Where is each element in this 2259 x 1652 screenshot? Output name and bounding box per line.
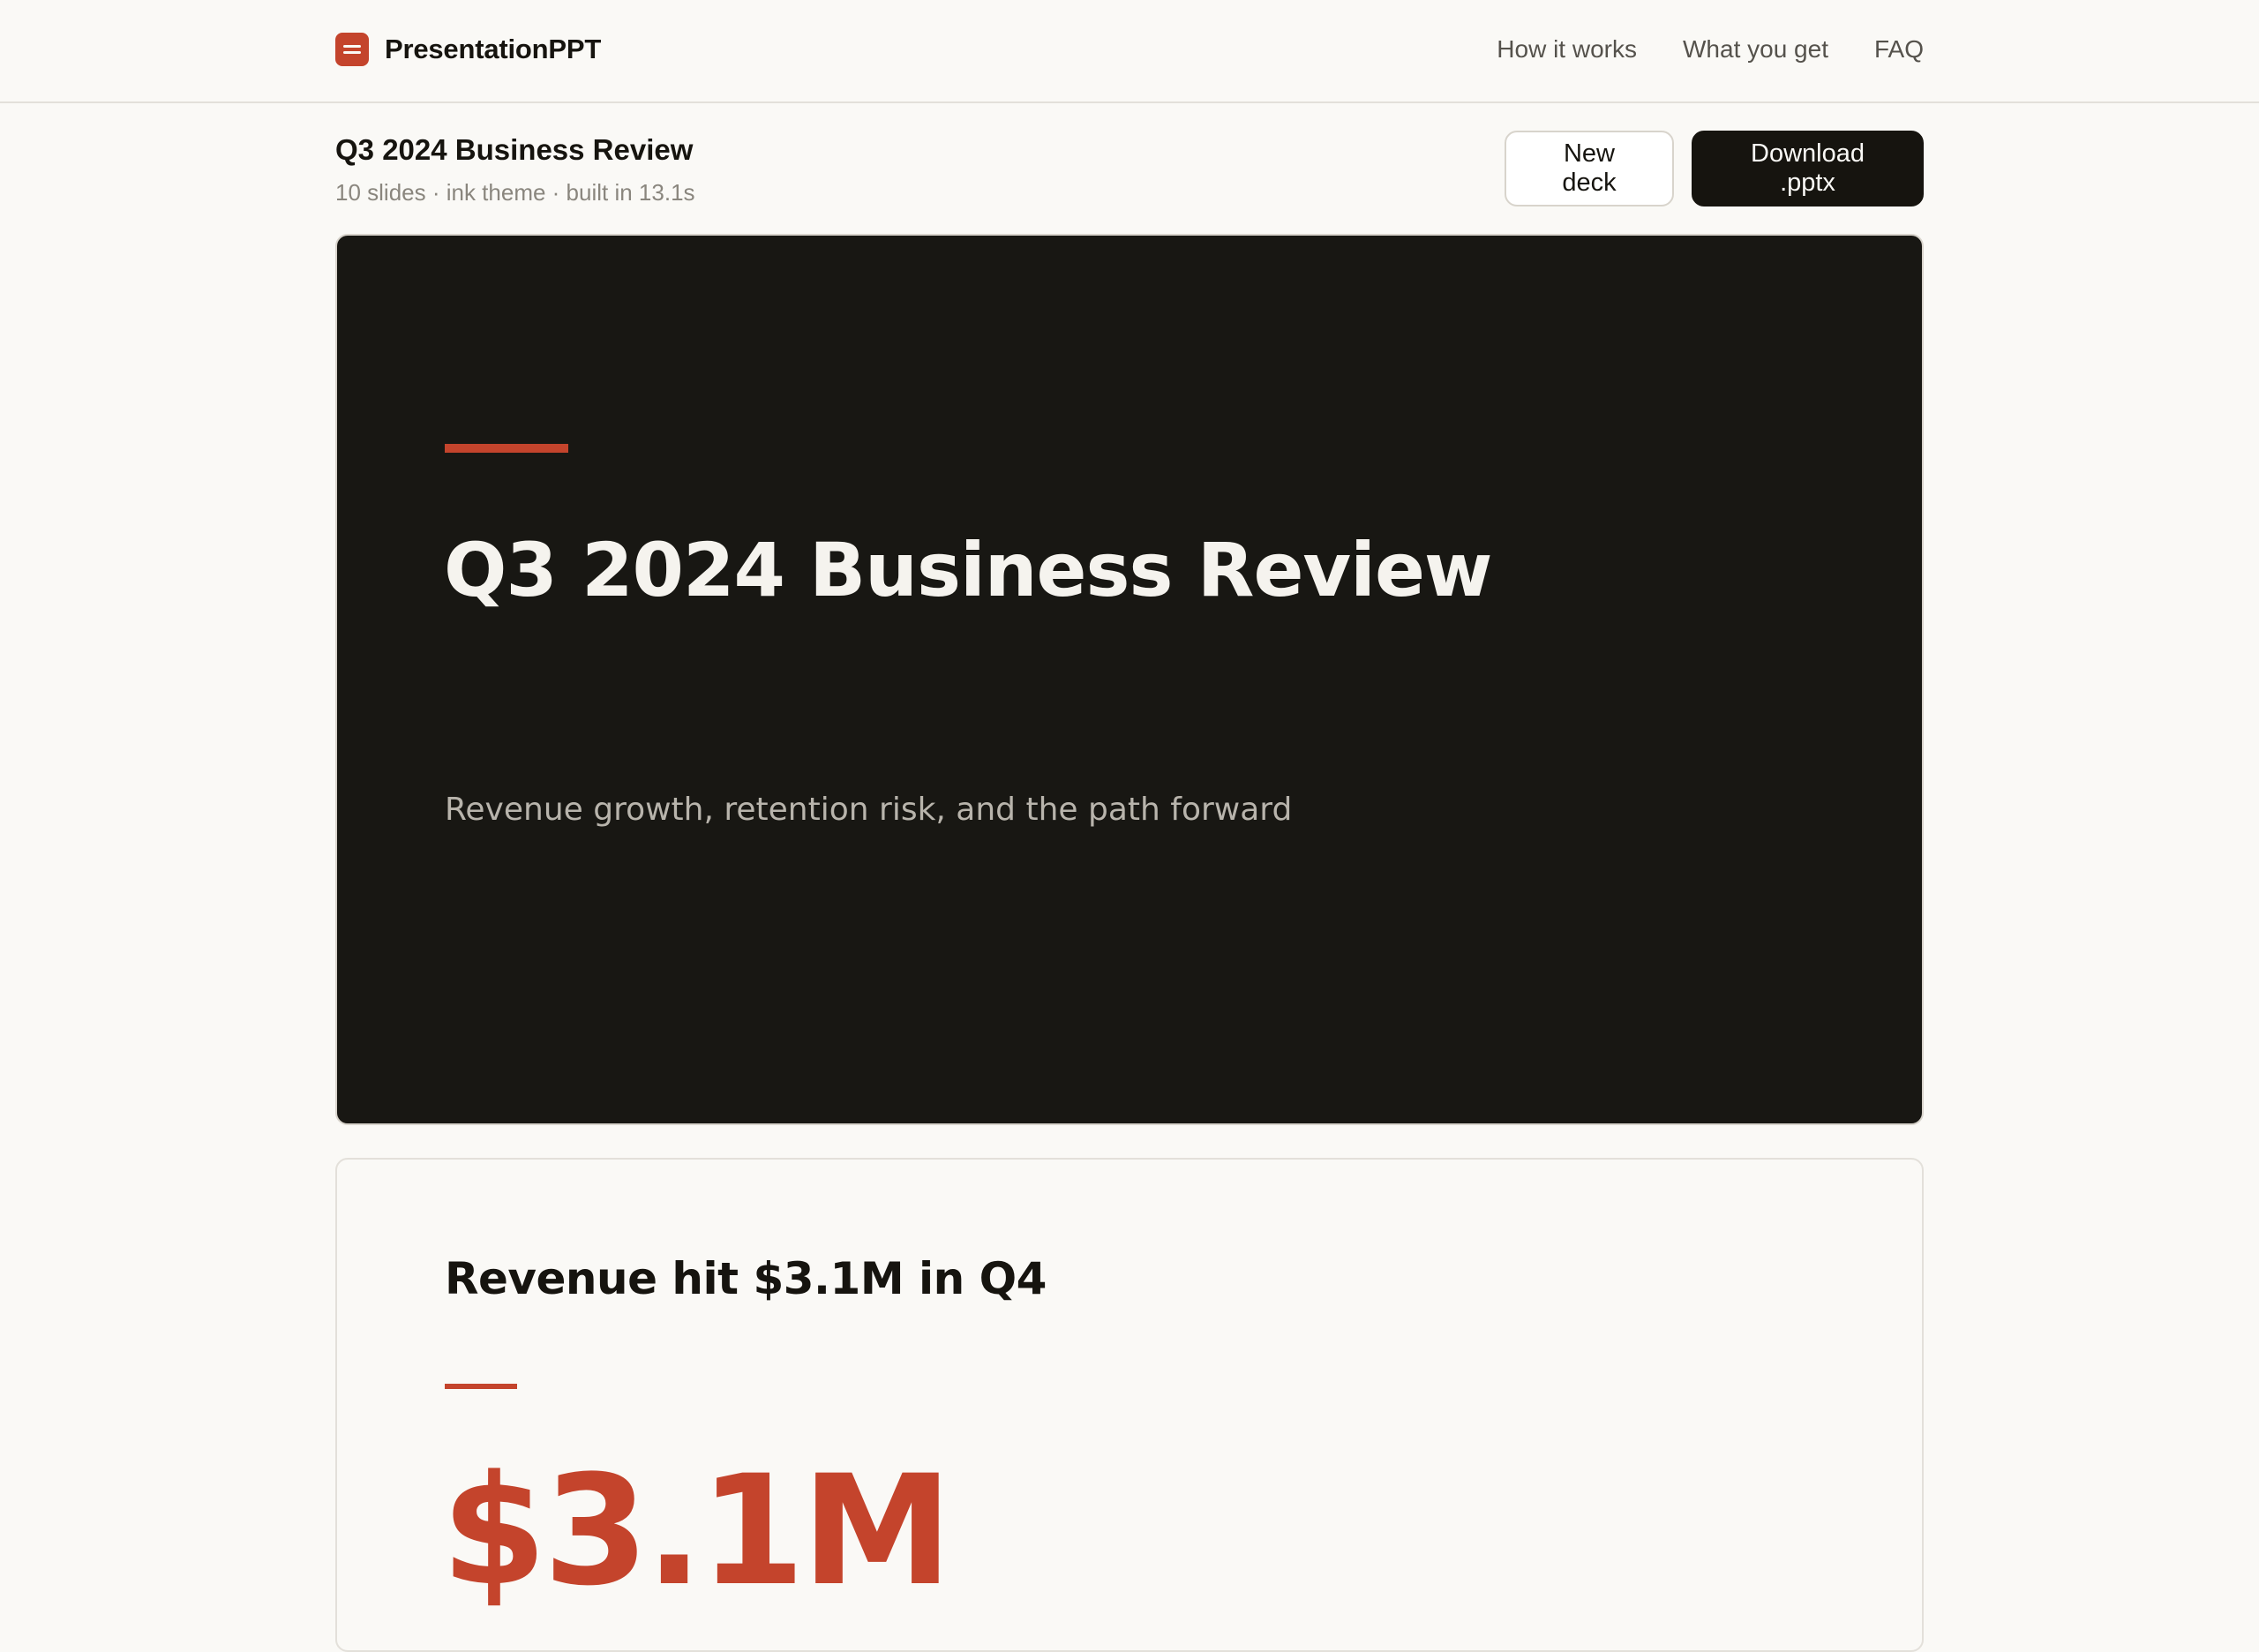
brand-name: PresentationPPT bbox=[385, 34, 602, 64]
deck-header: Q3 2024 Business Review 10 slides · ink … bbox=[335, 131, 1924, 210]
slide-preview-revenue: Revenue hit $3.1M in Q4 $3.1M bbox=[335, 1158, 1924, 1652]
big-number: $3.1M bbox=[441, 1442, 953, 1619]
download-pptx-button[interactable]: Download .pptx bbox=[1692, 131, 1924, 206]
nav-how-it-works[interactable]: How it works bbox=[1497, 35, 1637, 64]
slide-title: Revenue hit $3.1M in Q4 bbox=[445, 1253, 1047, 1304]
slide-title: Q3 2024 Business Review bbox=[444, 527, 1493, 613]
deck-meta: 10 slides · ink theme · built in 13.1s bbox=[335, 179, 695, 206]
slide-preview-title: Q3 2024 Business Review Revenue growth, … bbox=[335, 234, 1924, 1125]
deck-title: Q3 2024 Business Review bbox=[335, 133, 694, 166]
top-navigation-bar: PresentationPPT How it works What you ge… bbox=[0, 0, 2259, 103]
presentation-logo-icon bbox=[335, 33, 369, 66]
accent-bar bbox=[445, 1384, 517, 1389]
nav-faq[interactable]: FAQ bbox=[1874, 35, 1924, 64]
accent-bar bbox=[445, 444, 568, 453]
brand[interactable]: PresentationPPT bbox=[335, 33, 601, 66]
nav-what-you-get[interactable]: What you get bbox=[1683, 35, 1828, 64]
new-deck-button[interactable]: New deck bbox=[1505, 131, 1674, 206]
main-nav: How it works What you get FAQ bbox=[1497, 35, 1924, 64]
slide-subtitle: Revenue growth, retention risk, and the … bbox=[445, 792, 1293, 828]
deck-actions: New deck Download .pptx bbox=[1505, 131, 1924, 206]
